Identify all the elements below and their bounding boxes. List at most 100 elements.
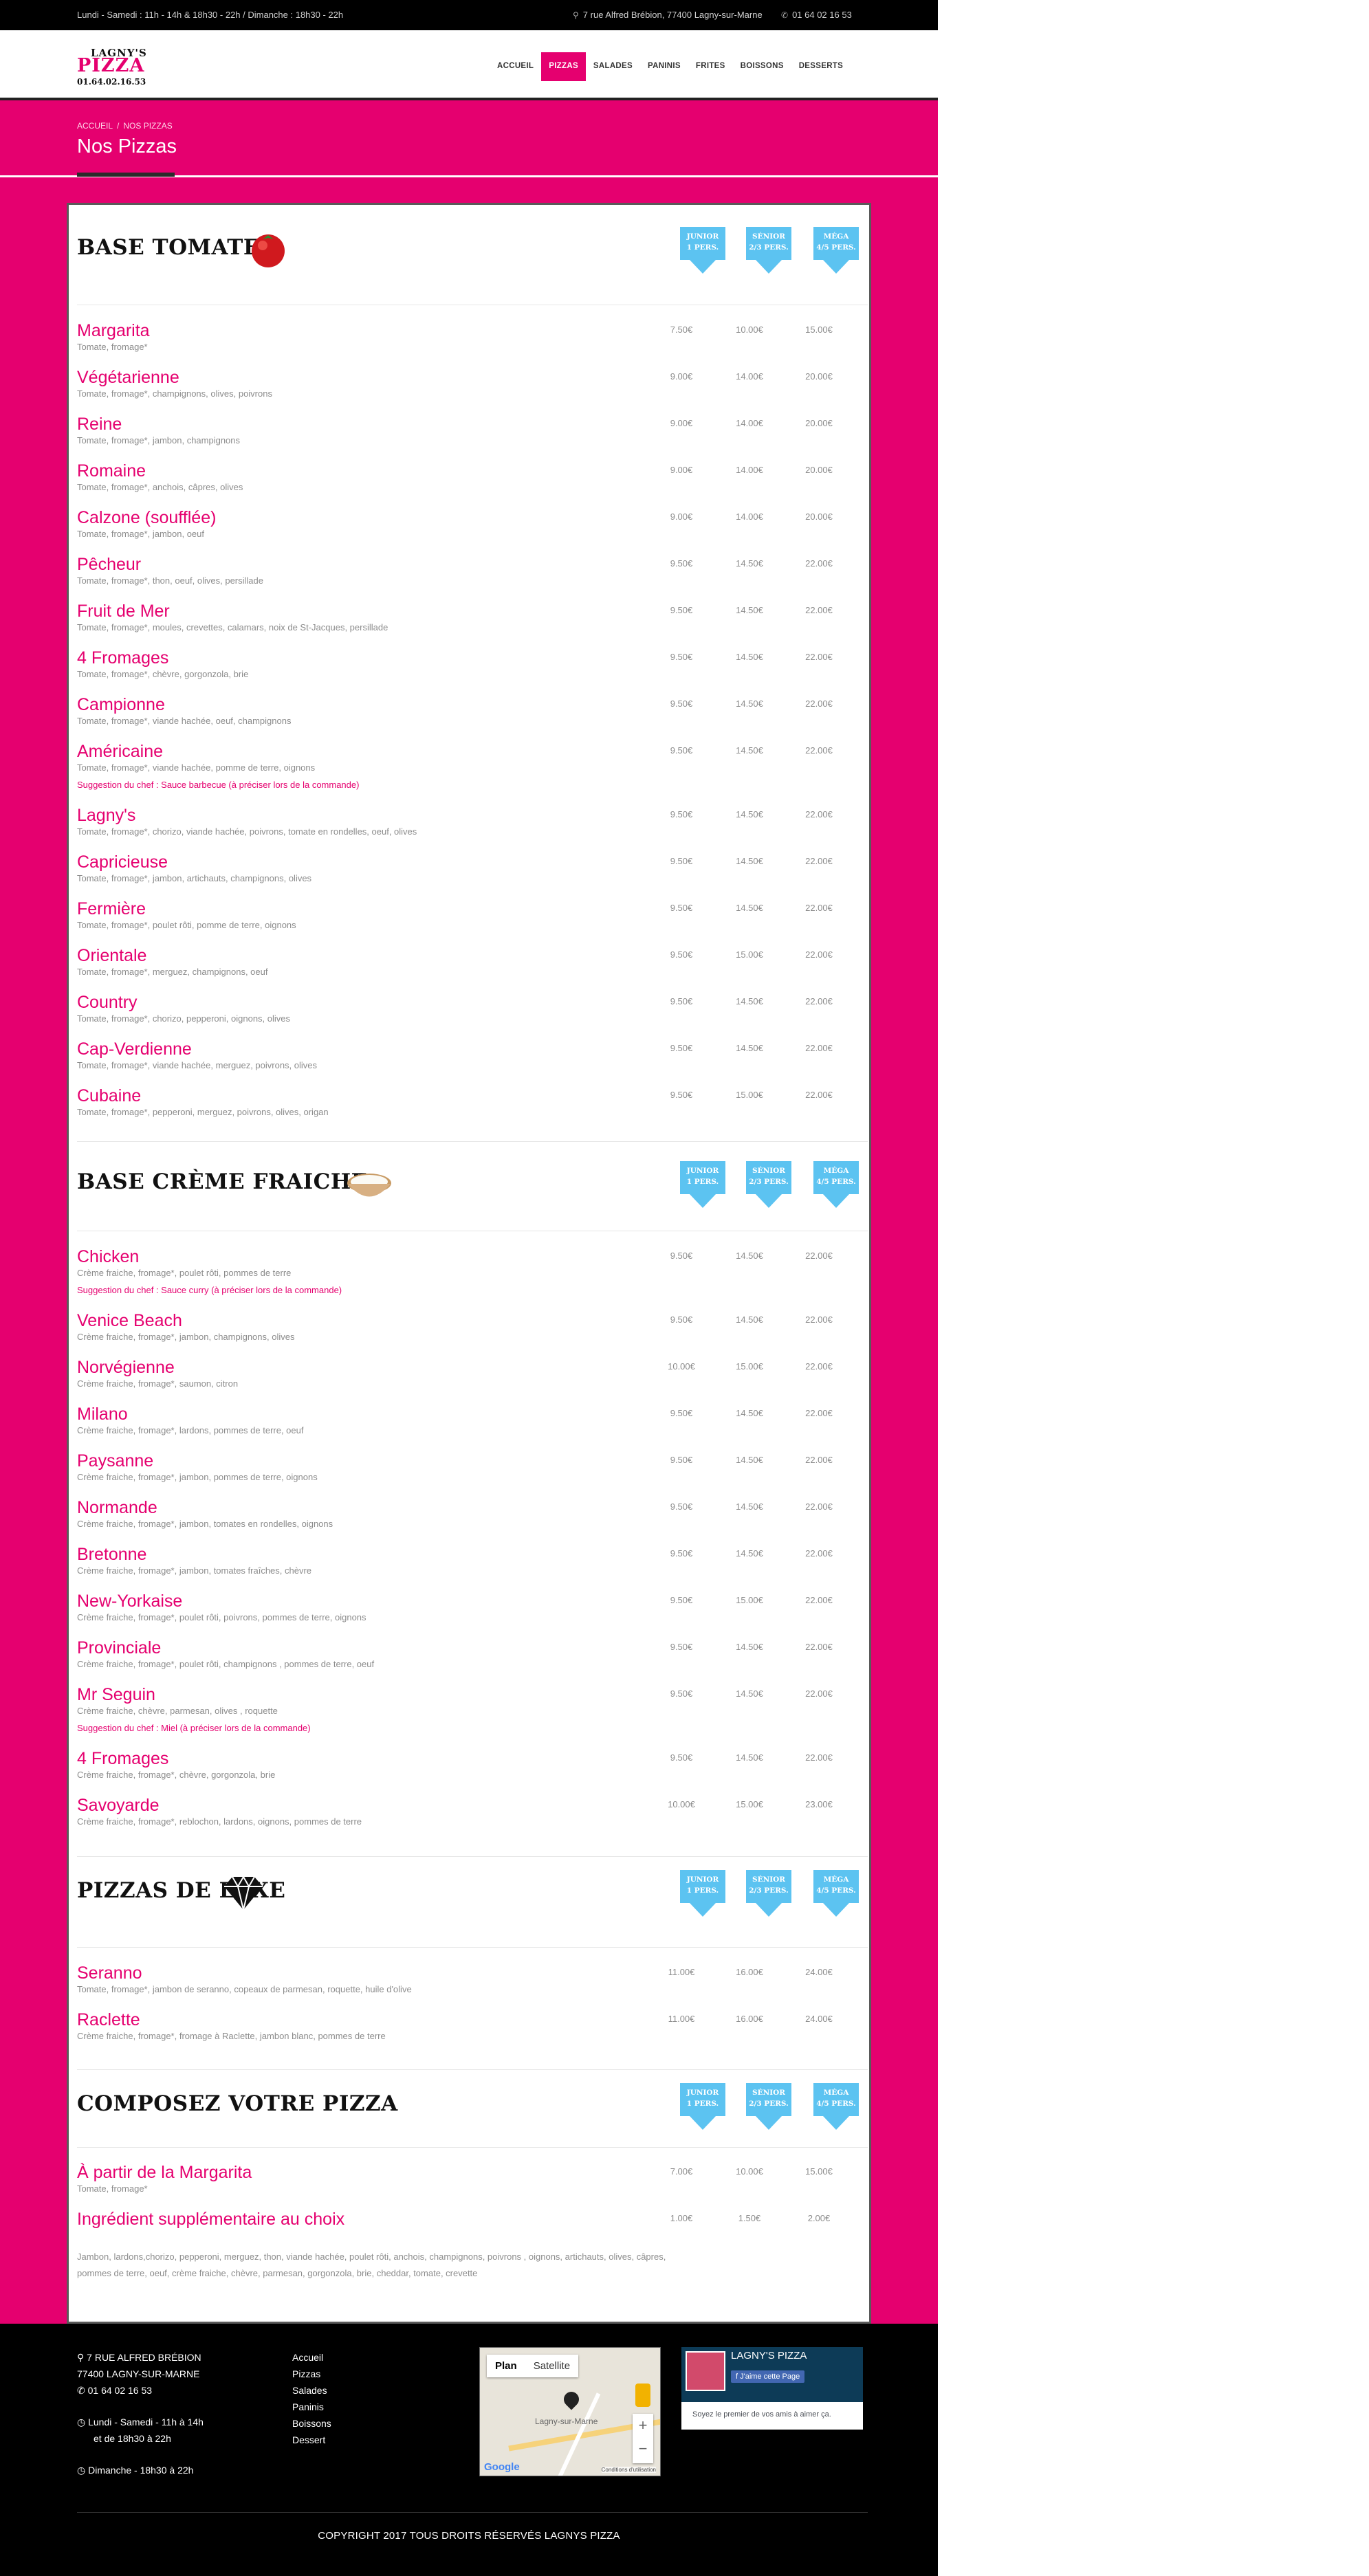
map-tab-satellite[interactable]: Satellite — [525, 2355, 578, 2377]
item-description: Crème fraiche, fromage*, jambon, tomates… — [77, 1519, 333, 1529]
nav-pizzas[interactable]: PIZZAS — [541, 52, 586, 81]
item-price: 9.50€ — [670, 1548, 693, 1559]
item-price: 9.50€ — [670, 1090, 693, 1100]
item-description: Tomate, fromage*, chorizo, pepperoni, oi… — [77, 1013, 291, 1024]
footer-link-salades[interactable]: Salades — [292, 2382, 331, 2399]
breadcrumb-home[interactable]: ACCUEIL — [77, 121, 113, 131]
size-tag-2: MÉGA 4/5 PERS. — [813, 1161, 859, 1208]
nav-boissons[interactable]: BOISSONS — [733, 52, 791, 81]
map-pin-icon[interactable] — [560, 2388, 582, 2410]
item-price: 9.50€ — [670, 558, 693, 569]
size-tag-2: MÉGA 4/5 PERS. — [813, 227, 859, 274]
footer-link-paninis[interactable]: Paninis — [292, 2399, 331, 2415]
map-marker-icon: ⚲ — [573, 10, 579, 20]
menu-item: Normande Crème fraiche, fromage*, jambon,… — [77, 1497, 868, 1529]
top-address: ⚲ 7 rue Alfred Brébion, 77400 Lagny-sur-M… — [573, 10, 763, 20]
item-price: 11.00€ — [668, 1967, 695, 1977]
menu-item: Végétarienne Tomate, fromage*, champignon… — [77, 367, 868, 399]
item-price: 22.00€ — [805, 1501, 833, 1512]
section-divider — [77, 2069, 868, 2070]
menu-item: Mr Seguin Crème fraiche, chèvre, parmesan… — [77, 1684, 868, 1733]
nav-paninis[interactable]: PANINIS — [640, 52, 688, 81]
item-price: 1.50€ — [738, 2213, 761, 2223]
logo[interactable]: LAGNY'S PIZZA 01.64.02.16.53 — [77, 45, 146, 87]
item-price: 14.50€ — [736, 1688, 763, 1699]
size-tag-1: SÉNIOR 2/3 PERS. — [746, 227, 791, 274]
item-price: 9.00€ — [670, 418, 693, 428]
chef-suggestion: Suggestion du chef : Sauce curry (à préc… — [77, 1285, 342, 1295]
item-description: Tomate, fromage*, chèvre, gorgonzola, br… — [77, 669, 249, 679]
size-tag-persons: 2/3 PERS. — [749, 243, 789, 252]
item-price: 9.50€ — [670, 1314, 693, 1325]
nav-salades[interactable]: SALADES — [586, 52, 640, 81]
copyright: COPYRIGHT 2017 TOUS DROITS RÉSERVÉS LAGN… — [318, 2530, 620, 2542]
item-price: 10.00€ — [736, 2166, 763, 2177]
street-view-pegman-icon[interactable] — [635, 2384, 650, 2407]
facebook-like-button[interactable]: f J'aime cette Page — [731, 2370, 805, 2383]
item-price: 9.50€ — [670, 1251, 693, 1261]
item-price: 14.50€ — [736, 1251, 763, 1261]
item-price: 20.00€ — [805, 465, 833, 475]
facebook-page-name[interactable]: LAGNY'S PIZZA — [731, 2350, 807, 2362]
item-price: 14.50€ — [736, 1043, 763, 1053]
map-place-label: Lagny-sur-Marne — [535, 2417, 598, 2426]
clock-icon: ◷ — [77, 2465, 89, 2476]
google-map[interactable]: Plan Satellite Lagny-sur-Marne + − Google… — [479, 2347, 661, 2476]
item-price: 9.00€ — [670, 465, 693, 475]
section-title: BASE TOMATE — [77, 235, 261, 260]
item-price: 22.00€ — [805, 1361, 833, 1372]
item-price: 9.50€ — [670, 856, 693, 866]
menu-item: Country Tomate, fromage*, chorizo, pepper… — [77, 992, 868, 1024]
zoom-out-icon[interactable]: − — [633, 2437, 653, 2461]
item-description: Crème fraiche, fromage*, chèvre, gorgonz… — [77, 1770, 276, 1780]
section-header: BASE TOMATE JUNIOR 1 PERS. SÉNIOR 2/3 PERS. M… — [77, 227, 868, 302]
item-description: Crème fraiche, fromage*, jambon, pommes … — [77, 1472, 318, 1482]
item-price: 9.00€ — [670, 511, 693, 522]
map-zoom-controls[interactable]: + − — [633, 2414, 653, 2463]
item-description: Tomate, fromage*, viande hachée, merguez… — [77, 1060, 318, 1070]
size-tag-name: JUNIOR — [686, 1167, 719, 1175]
item-price: 22.00€ — [805, 1043, 833, 1053]
top-phone[interactable]: ✆ 01 64 02 16 53 — [781, 10, 852, 20]
item-description: Crème fraiche, fromage*, poulet rôti, po… — [77, 1268, 292, 1278]
menu-item: Bretonne Crème fraiche, fromage*, jambon,… — [77, 1544, 868, 1576]
size-tag-name: JUNIOR — [686, 2089, 719, 2097]
item-price: 22.00€ — [805, 996, 833, 1006]
item-price: 9.50€ — [670, 1408, 693, 1418]
menu-item: Pêcheur Tomate, fromage*, thon, oeuf, oli… — [77, 554, 868, 586]
footer-link-dessert[interactable]: Dessert — [292, 2432, 331, 2448]
map-terms-link[interactable]: Conditions d'utilisation — [601, 2467, 656, 2473]
item-price: 14.50€ — [736, 1501, 763, 1512]
item-price: 20.00€ — [805, 418, 833, 428]
menu-item: Cap-Verdienne Tomate, fromage*, viande ha… — [77, 1039, 868, 1070]
item-price: 9.50€ — [670, 698, 693, 709]
size-tag-persons: 4/5 PERS. — [816, 243, 856, 252]
nav-frites[interactable]: FRITES — [688, 52, 733, 81]
clock-icon: ◷ — [77, 2417, 89, 2428]
item-price: 14.50€ — [736, 652, 763, 662]
footer-link-accueil[interactable]: Accueil — [292, 2349, 331, 2366]
page: Lundi - Samedi : 11h - 14h & 18h30 - 22h… — [0, 0, 938, 2576]
zoom-in-icon[interactable]: + — [633, 2414, 653, 2437]
item-price: 15.00€ — [736, 1090, 763, 1100]
title-underline — [77, 173, 175, 177]
size-tag-persons: 4/5 PERS. — [816, 1886, 856, 1895]
item-price: 7.00€ — [670, 2166, 693, 2177]
nav-accueil[interactable]: ACCUEIL — [490, 52, 541, 81]
size-tag-persons: 1 PERS. — [686, 1178, 719, 1186]
footer-divider — [77, 2512, 868, 2513]
item-price: 14.50€ — [736, 1314, 763, 1325]
item-price: 9.50€ — [670, 949, 693, 960]
footer-links: Accueil Pizzas Salades Paninis Boissons … — [292, 2349, 331, 2448]
size-tag-1: SÉNIOR 2/3 PERS. — [746, 1870, 791, 1917]
page-title: Nos Pizzas — [77, 135, 177, 157]
footer-link-pizzas[interactable]: Pizzas — [292, 2366, 331, 2382]
item-price: 10.00€ — [668, 1361, 695, 1372]
facebook-page-thumbnail[interactable] — [686, 2351, 725, 2391]
map-tab-plan[interactable]: Plan — [487, 2355, 525, 2377]
item-description: Tomate, fromage*, chorizo, viande hachée… — [77, 826, 417, 837]
nav-desserts[interactable]: DESSERTS — [791, 52, 851, 81]
footer-link-boissons[interactable]: Boissons — [292, 2415, 331, 2432]
item-price: 9.50€ — [670, 1043, 693, 1053]
menu-item: Campionne Tomate, fromage*, viande hachée… — [77, 694, 868, 726]
